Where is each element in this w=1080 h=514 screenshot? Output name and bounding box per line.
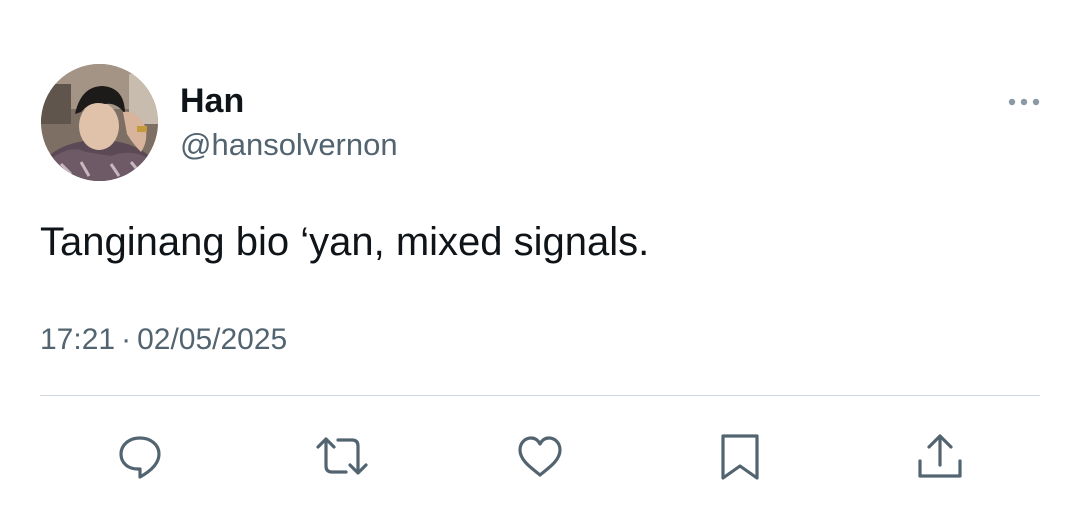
share-icon bbox=[918, 434, 962, 478]
tweet-text: Tanginang bio ‘yan, mixed signals. bbox=[40, 220, 650, 264]
bookmark-button[interactable] bbox=[715, 432, 765, 482]
heart-icon bbox=[518, 436, 562, 477]
meta-separator: · bbox=[121, 323, 132, 356]
tweet-time[interactable]: 17:21 bbox=[40, 323, 115, 356]
retweet-icon bbox=[316, 437, 368, 475]
reply-button[interactable] bbox=[116, 432, 166, 482]
author-handle[interactable]: @hansolvernon bbox=[180, 125, 398, 165]
bookmark-icon bbox=[721, 434, 759, 480]
share-button[interactable] bbox=[915, 432, 965, 482]
tweet-date[interactable]: 02/05/2025 bbox=[137, 323, 287, 356]
avatar[interactable] bbox=[41, 64, 158, 181]
divider bbox=[40, 395, 1040, 396]
tweet-card: Han @hansolvernon Tanginang bio ‘yan, mi… bbox=[0, 0, 1080, 514]
author-display-name[interactable]: Han bbox=[180, 80, 244, 122]
tweet-timestamp[interactable]: 17:21 · 02/05/2025 bbox=[40, 320, 287, 360]
retweet-button[interactable] bbox=[315, 432, 368, 482]
more-horizontal-icon[interactable] bbox=[1002, 88, 1044, 116]
like-button[interactable] bbox=[515, 432, 565, 482]
reply-icon bbox=[119, 436, 161, 479]
